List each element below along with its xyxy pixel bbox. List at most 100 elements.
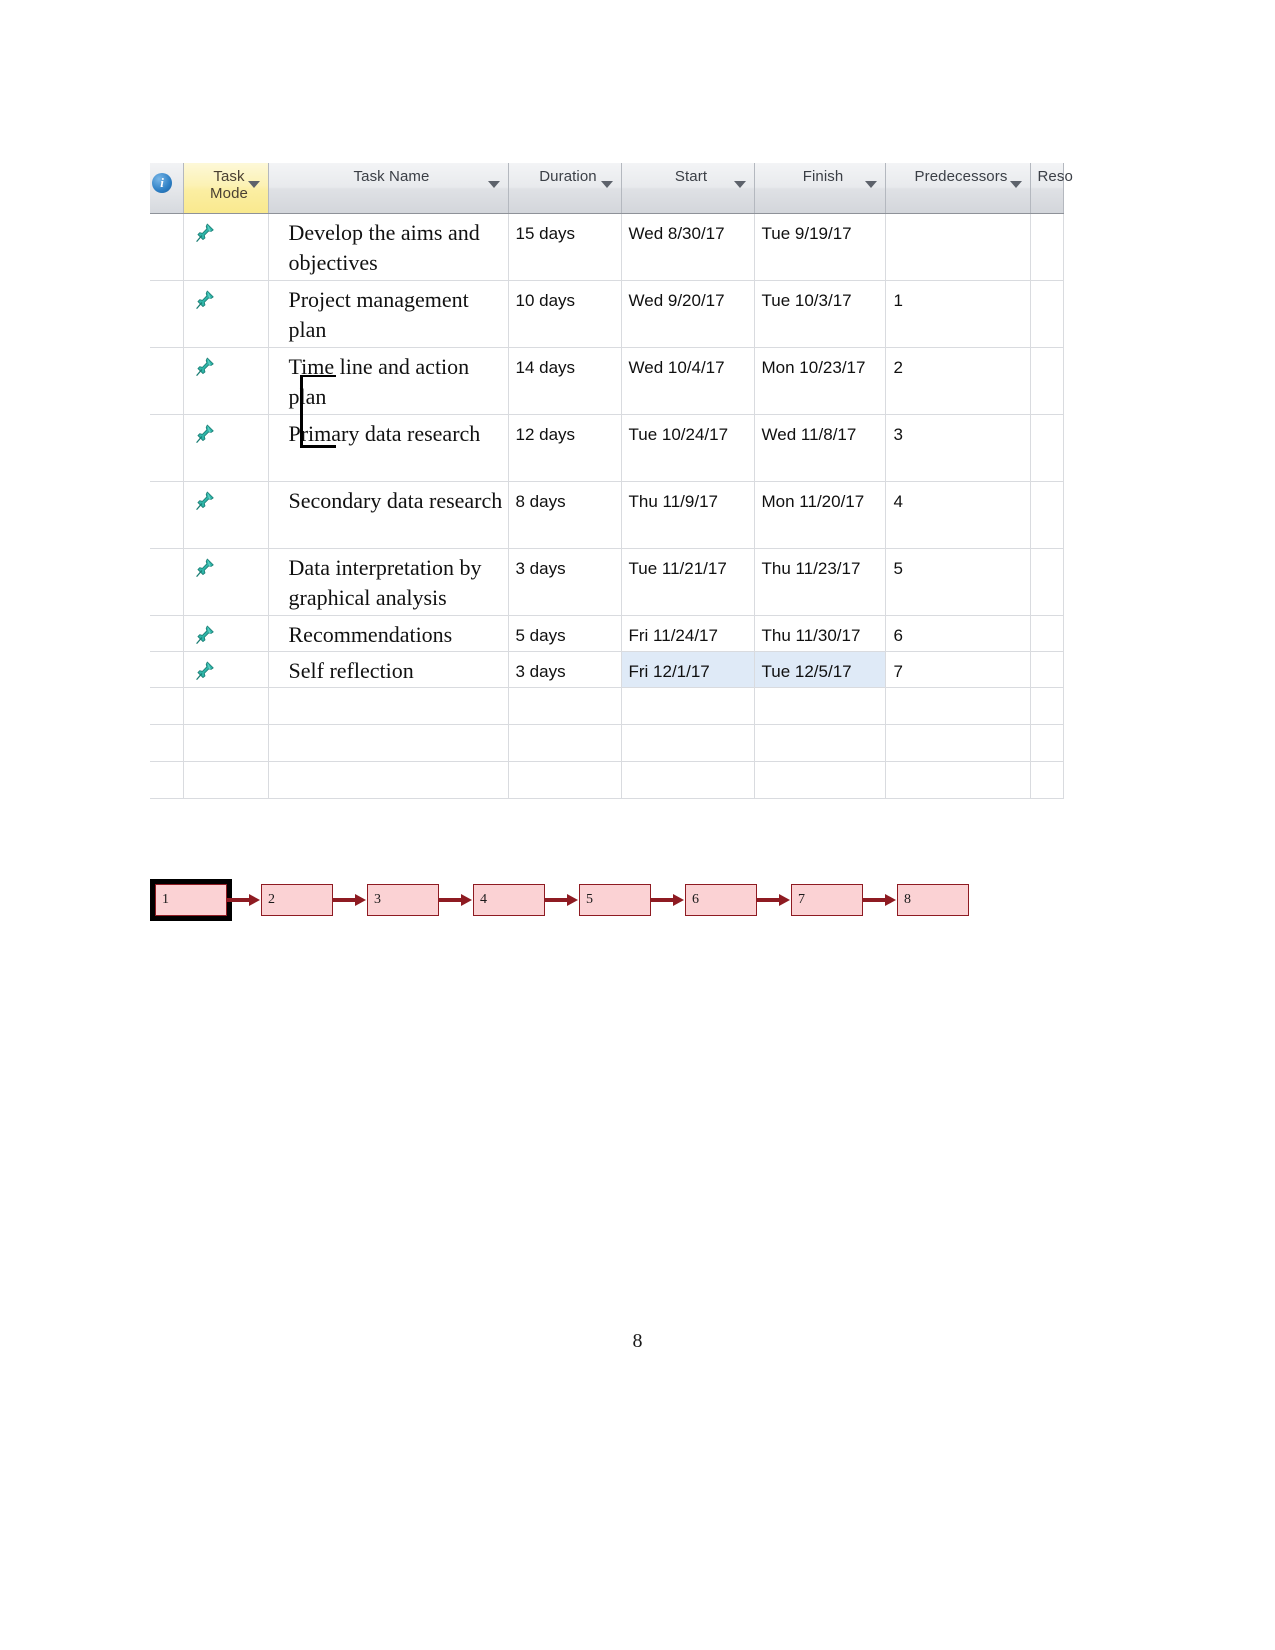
cell-finish[interactable]: Wed 11/8/17	[754, 414, 886, 482]
column-header-task-mode[interactable]: Task Mode	[183, 163, 269, 214]
filter-dropdown-icon-predecessors[interactable]	[1009, 181, 1022, 188]
cell-empty[interactable]	[1030, 724, 1064, 762]
cell-predecessors[interactable]	[885, 213, 1031, 281]
filter-dropdown-icon-task-name[interactable]	[487, 181, 500, 188]
filter-dropdown-icon-task-mode[interactable]	[247, 181, 260, 188]
cell-start[interactable]: Tue 11/21/17	[621, 548, 755, 616]
cell-task-mode[interactable]	[183, 481, 269, 549]
cell-finish[interactable]: Mon 11/20/17	[754, 481, 886, 549]
network-node[interactable]: 4	[473, 884, 545, 916]
column-header-duration[interactable]: Duration	[508, 163, 622, 214]
cell-empty[interactable]	[183, 724, 269, 762]
cell-empty[interactable]	[508, 761, 622, 799]
cell-resources[interactable]	[1030, 280, 1064, 348]
cell-task-name[interactable]: Time line and action plan	[268, 347, 509, 415]
network-node[interactable]: 2	[261, 884, 333, 916]
cell-task-mode[interactable]	[183, 347, 269, 415]
table-row-empty[interactable]	[150, 761, 1064, 799]
cell-start[interactable]: Wed 8/30/17	[621, 213, 755, 281]
cell-resources[interactable]	[1030, 615, 1064, 652]
cell-finish[interactable]: Mon 10/23/17	[754, 347, 886, 415]
cell-finish[interactable]: Thu 11/30/17	[754, 615, 886, 652]
cell-start[interactable]: Wed 10/4/17	[621, 347, 755, 415]
cell-empty[interactable]	[150, 724, 184, 762]
cell-info[interactable]	[150, 651, 184, 688]
cell-finish[interactable]: Tue 10/3/17	[754, 280, 886, 348]
cell-task-name[interactable]: Secondary data research	[268, 481, 509, 549]
cell-resources[interactable]	[1030, 481, 1064, 549]
column-header-task-name[interactable]: Task Name	[268, 163, 509, 214]
column-header-info[interactable]: i	[150, 163, 184, 214]
cell-task-mode[interactable]	[183, 548, 269, 616]
cell-empty[interactable]	[150, 687, 184, 725]
table-row-empty[interactable]	[150, 724, 1064, 762]
table-row[interactable]: Self reflection 3 days Fri 12/1/17 Tue 12/5…	[150, 651, 1064, 688]
cell-predecessors[interactable]: 6	[885, 615, 1031, 652]
network-node[interactable]: 6	[685, 884, 757, 916]
cell-empty[interactable]	[885, 724, 1031, 762]
cell-info[interactable]	[150, 414, 184, 482]
cell-resources[interactable]	[1030, 347, 1064, 415]
cell-predecessors[interactable]: 3	[885, 414, 1031, 482]
cell-start[interactable]: Fri 12/1/17	[621, 651, 755, 688]
cell-start[interactable]: Fri 11/24/17	[621, 615, 755, 652]
cell-predecessors[interactable]: 7	[885, 651, 1031, 688]
cell-empty[interactable]	[508, 687, 622, 725]
cell-duration[interactable]: 3 days	[508, 651, 622, 688]
filter-dropdown-icon-start[interactable]	[733, 181, 746, 188]
cell-duration[interactable]: 15 days	[508, 213, 622, 281]
cell-task-name[interactable]: Self reflection	[268, 651, 509, 688]
network-node[interactable]: 3	[367, 884, 439, 916]
column-header-finish[interactable]: Finish	[754, 163, 886, 214]
cell-empty[interactable]	[150, 761, 184, 799]
cell-task-name[interactable]: Recommendations	[268, 615, 509, 652]
network-node[interactable]: 8	[897, 884, 969, 916]
table-row-empty[interactable]	[150, 687, 1064, 725]
cell-empty[interactable]	[621, 687, 755, 725]
cell-task-mode[interactable]	[183, 414, 269, 482]
filter-dropdown-icon-finish[interactable]	[864, 181, 877, 188]
cell-info[interactable]	[150, 280, 184, 348]
table-row[interactable]: Recommendations 5 days Fri 11/24/17 Thu 11/…	[150, 615, 1064, 652]
cell-predecessors[interactable]: 5	[885, 548, 1031, 616]
table-row[interactable]: Data interpretation by graphical analysi…	[150, 548, 1064, 616]
cell-empty[interactable]	[268, 724, 509, 762]
cell-task-mode[interactable]	[183, 615, 269, 652]
cell-start[interactable]: Thu 11/9/17	[621, 481, 755, 549]
cell-duration[interactable]: 8 days	[508, 481, 622, 549]
cell-task-name[interactable]: Develop the aims and objectives	[268, 213, 509, 281]
cell-info[interactable]	[150, 615, 184, 652]
network-node[interactable]: 5	[579, 884, 651, 916]
network-node[interactable]: 1	[150, 879, 232, 921]
cell-duration[interactable]: 10 days	[508, 280, 622, 348]
cell-task-name[interactable]: Project management plan	[268, 280, 509, 348]
cell-info[interactable]	[150, 347, 184, 415]
table-row[interactable]: Time line and action plan 14 days Wed 10/4…	[150, 347, 1064, 415]
cell-empty[interactable]	[621, 724, 755, 762]
cell-finish[interactable]: Tue 9/19/17	[754, 213, 886, 281]
cell-empty[interactable]	[183, 761, 269, 799]
cell-task-name[interactable]: Primary data research	[268, 414, 509, 482]
table-row[interactable]: Secondary data research 8 days Thu 11/9/17…	[150, 481, 1064, 549]
cell-predecessors[interactable]: 2	[885, 347, 1031, 415]
cell-predecessors[interactable]: 1	[885, 280, 1031, 348]
cell-empty[interactable]	[508, 724, 622, 762]
cell-predecessors[interactable]: 4	[885, 481, 1031, 549]
cell-empty[interactable]	[885, 687, 1031, 725]
cell-start[interactable]: Tue 10/24/17	[621, 414, 755, 482]
cell-empty[interactable]	[621, 761, 755, 799]
cell-duration[interactable]: 3 days	[508, 548, 622, 616]
filter-dropdown-icon-duration[interactable]	[600, 181, 613, 188]
cell-duration[interactable]: 5 days	[508, 615, 622, 652]
cell-empty[interactable]	[1030, 761, 1064, 799]
cell-resources[interactable]	[1030, 213, 1064, 281]
cell-empty[interactable]	[183, 687, 269, 725]
cell-empty[interactable]	[268, 761, 509, 799]
cell-resources[interactable]	[1030, 548, 1064, 616]
cell-empty[interactable]	[885, 761, 1031, 799]
cell-resources[interactable]	[1030, 651, 1064, 688]
cell-resources[interactable]	[1030, 414, 1064, 482]
cell-empty[interactable]	[268, 687, 509, 725]
cell-task-name[interactable]: Data interpretation by graphical analysi…	[268, 548, 509, 616]
column-header-predecessors[interactable]: Predecessors	[885, 163, 1031, 214]
